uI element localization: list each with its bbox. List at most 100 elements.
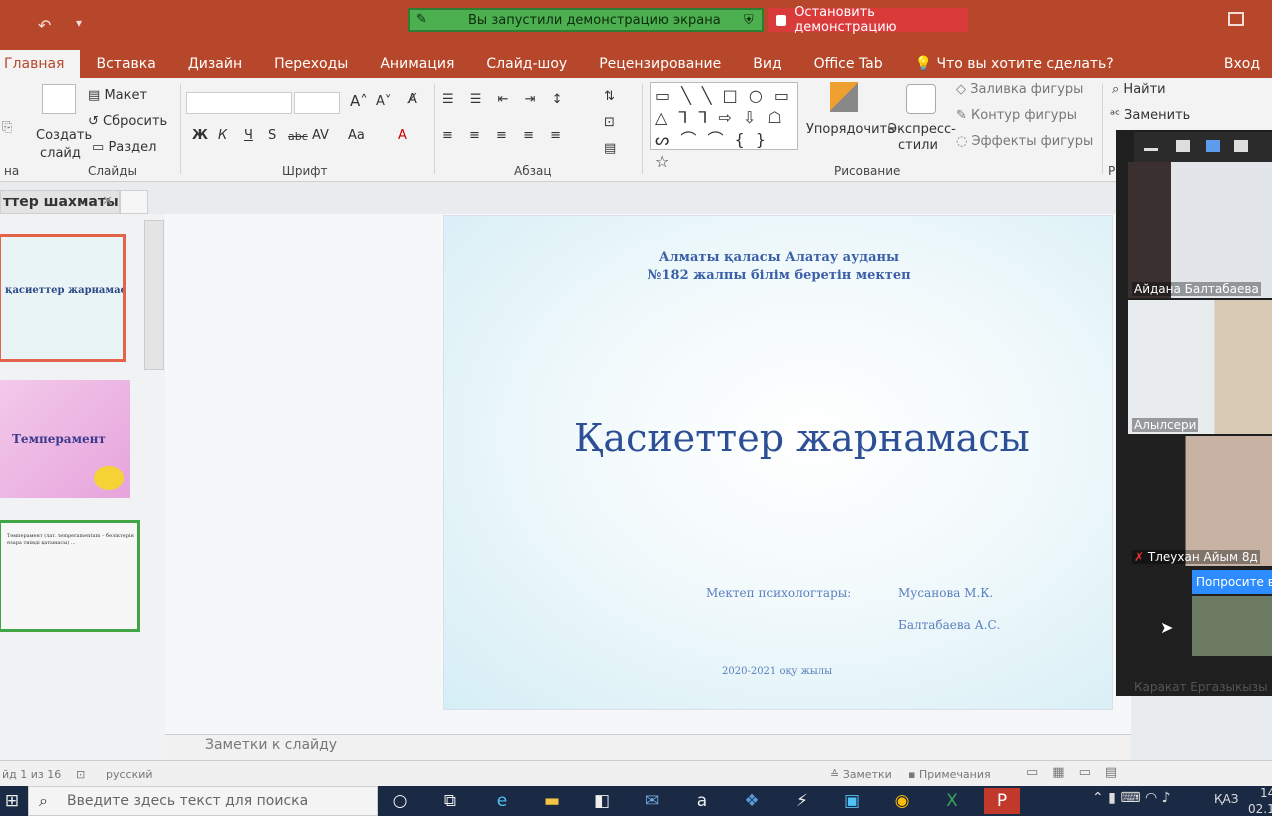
clipboard-icon[interactable]: ⎘: [2, 120, 12, 135]
strikethrough-button[interactable]: abc: [288, 130, 308, 143]
amazon-icon[interactable]: a: [684, 788, 720, 814]
new-document-tab[interactable]: [120, 190, 148, 214]
quick-styles-icon[interactable]: [906, 84, 936, 114]
slide-thumbnail-3[interactable]: Темперамент (лат. temperamentum – бөлікт…: [0, 520, 140, 632]
layout-button[interactable]: ▤ Макет: [88, 88, 147, 103]
stop-share-button[interactable]: Остановить демонстрацию: [768, 5, 968, 35]
arrange-icon[interactable]: [830, 82, 858, 112]
taskbar-search-input[interactable]: ⌕ Введите здесь текст для поиска: [28, 786, 378, 816]
ribbon-display-icon[interactable]: [1228, 12, 1244, 26]
shape-outline-button[interactable]: ✎ Контур фигуры: [956, 108, 1077, 123]
participant-tile-1[interactable]: Айдана Балтабаева: [1128, 162, 1272, 298]
shapes-row[interactable]: ᔕ ⌒ ⌒ { } ☆: [655, 129, 793, 173]
tab-home[interactable]: Главная: [0, 50, 81, 78]
app-icon[interactable]: ⚡: [784, 788, 820, 814]
file-explorer-icon[interactable]: ▬: [534, 788, 570, 814]
tab-design[interactable]: Дизайн: [172, 50, 258, 78]
zoom-app-icon[interactable]: ▣: [834, 788, 870, 814]
tab-view[interactable]: Вид: [737, 50, 797, 78]
close-icon[interactable]: ✕: [102, 191, 113, 213]
new-slide-label-2[interactable]: слайд: [40, 146, 81, 161]
font-size-select[interactable]: [294, 92, 340, 114]
edge-icon[interactable]: e: [484, 788, 520, 814]
font-name-select[interactable]: [186, 92, 292, 114]
font-color-icon[interactable]: A: [398, 128, 407, 143]
participant-tile-2[interactable]: Алылсери: [1128, 300, 1272, 434]
italic-button[interactable]: К: [218, 128, 227, 143]
excel-icon[interactable]: X: [934, 788, 970, 814]
new-slide-label-1[interactable]: Создать: [36, 128, 92, 143]
chrome-icon[interactable]: ◉: [884, 788, 920, 814]
list-buttons[interactable]: ☰ ☰ ⇤ ⇥ ↕: [442, 92, 569, 107]
academic-year: 2020-2021 оқу жылы: [722, 666, 833, 677]
dropbox-icon[interactable]: ❖: [734, 788, 770, 814]
shape-fill-button[interactable]: ◇ Заливка фигуры: [956, 82, 1083, 97]
ask-unmute-button[interactable]: Попросите вк: [1192, 570, 1272, 594]
slide-thumbnail-2[interactable]: Темперамент: [0, 380, 130, 498]
tab-transitions[interactable]: Переходы: [258, 50, 364, 78]
tab-slideshow[interactable]: Слайд-шоу: [470, 50, 583, 78]
gallery-view-icon[interactable]: [1234, 140, 1248, 152]
quick-styles-label-2[interactable]: стили: [898, 138, 938, 153]
replace-button[interactable]: ᵃᶜ Заменить: [1110, 108, 1190, 123]
tab-animations[interactable]: Анимация: [364, 50, 470, 78]
task-view-icon[interactable]: ⧉: [432, 788, 468, 814]
clear-format-icon[interactable]: A̸: [408, 92, 417, 107]
spellcheck-icon[interactable]: ⊡: [76, 768, 85, 781]
minimize-icon[interactable]: [1144, 148, 1158, 151]
grow-font-icon[interactable]: A˄: [350, 92, 368, 110]
bold-button[interactable]: Ж: [192, 128, 208, 143]
align-buttons[interactable]: ≡ ≡ ≡ ≡ ≡: [442, 128, 567, 143]
cortana-icon[interactable]: ○: [382, 788, 418, 814]
find-button[interactable]: ⌕ Найти: [1112, 82, 1166, 97]
thumbnail-scrollbar[interactable]: [144, 220, 164, 370]
clock-date[interactable]: 02.12: [1248, 802, 1272, 816]
slide-thumbnail-1[interactable]: қасиеттер жарнамасы: [0, 234, 126, 362]
start-icon[interactable]: ⊞: [0, 788, 24, 814]
author-name-2: Балтабаева А.С.: [898, 618, 1001, 632]
arrange-button[interactable]: Упорядочить: [806, 122, 895, 137]
reset-button[interactable]: ↺ Сбросить: [88, 114, 167, 129]
view-buttons[interactable]: ▭▦▭▤: [1026, 765, 1131, 780]
participant-tile-3[interactable]: ✗ Тлеухан Айым 8д: [1128, 436, 1272, 566]
section-button[interactable]: ▭ Раздел: [92, 140, 156, 155]
shapes-row[interactable]: △ ⅂ ⅂ ⇨ ⇩ ☖: [655, 107, 793, 129]
store-icon[interactable]: ◧: [584, 788, 620, 814]
tray-icons[interactable]: ⌃ ▮ ⌨ ◠ ♪: [1092, 790, 1171, 806]
shapes-row[interactable]: ▭ ╲ ╲ □ ○ ▭: [655, 85, 793, 107]
mail-icon[interactable]: ✉: [634, 788, 670, 814]
sign-in-link[interactable]: Вход: [1224, 50, 1260, 78]
underline-button[interactable]: Ч: [244, 128, 253, 143]
shadow-button[interactable]: S: [268, 128, 276, 143]
char-spacing-button[interactable]: AV: [312, 128, 329, 143]
document-tab[interactable]: ттер шахматы ✕: [0, 190, 120, 214]
thumbnail-view-icon[interactable]: [1176, 140, 1190, 152]
language-indicator[interactable]: русский: [106, 768, 153, 781]
pen-icon[interactable]: ✎: [416, 12, 427, 27]
shapes-gallery[interactable]: ▭ ╲ ╲ □ ○ ▭ △ ⅂ ⅂ ⇨ ⇩ ☖ ᔕ ⌒ ⌒ { } ☆: [650, 82, 798, 171]
notes-toggle[interactable]: ≙ Заметки: [830, 768, 892, 781]
tab-review[interactable]: Рецензирование: [583, 50, 737, 78]
powerpoint-icon[interactable]: P: [984, 788, 1020, 814]
divider: [180, 84, 181, 174]
current-slide[interactable]: Алматы қаласы Алатау ауданы №182 жалпы б…: [443, 215, 1113, 710]
speaker-view-icon[interactable]: [1206, 140, 1220, 152]
comments-toggle[interactable]: ▪ Примечания: [908, 768, 991, 781]
customize-icon[interactable]: ▾: [76, 16, 82, 30]
tab-office-tab[interactable]: Office Tab: [798, 50, 899, 78]
clock-time[interactable]: 14: [1260, 786, 1272, 800]
tell-me-search[interactable]: 💡 Что вы хотите сделать?: [899, 50, 1130, 78]
participant-tile-4-video[interactable]: [1192, 596, 1272, 656]
participant-tile-4[interactable]: Каракат Ергазыкызы: [1128, 672, 1272, 696]
slide-thumbnail-4[interactable]: [4, 684, 144, 754]
notes-placeholder[interactable]: Заметки к слайду: [205, 737, 337, 753]
tab-insert[interactable]: Вставка: [80, 50, 171, 78]
text-direction-icon[interactable]: ⇅ ⊡ ▤: [604, 84, 616, 162]
new-slide-icon[interactable]: [42, 84, 76, 114]
quick-styles-label-1[interactable]: Экспресс-: [888, 122, 956, 137]
undo-icon[interactable]: ↶: [38, 16, 51, 35]
change-case-button[interactable]: Aa: [348, 128, 365, 143]
shape-effects-button[interactable]: ◌ Эффекты фигуры: [956, 134, 1093, 149]
input-language[interactable]: ҚАЗ: [1214, 792, 1238, 806]
shrink-font-icon[interactable]: A˅: [376, 94, 391, 109]
